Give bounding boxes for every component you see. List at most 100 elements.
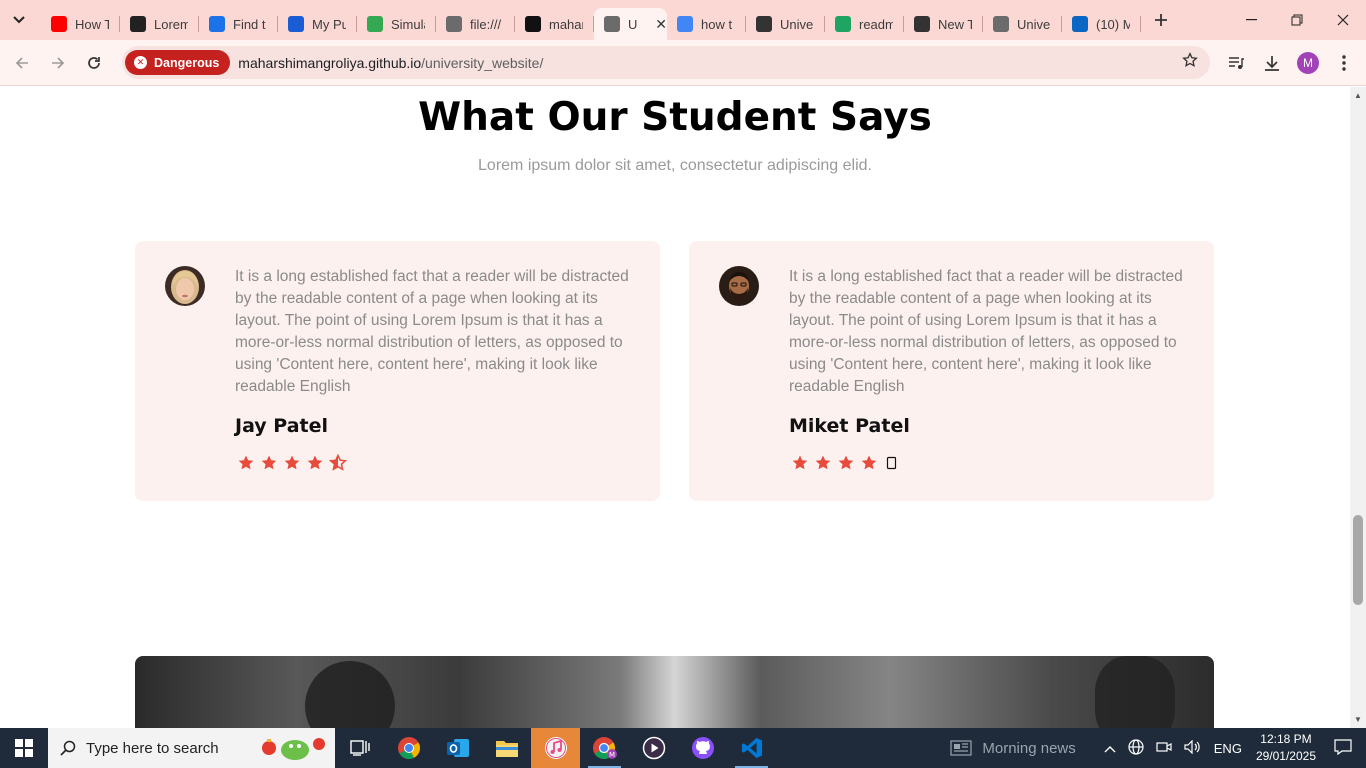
student-name: Jay Patel (235, 415, 329, 437)
news-label: Morning news (982, 739, 1076, 757)
browser-tab[interactable]: How T (41, 8, 120, 40)
browser-tab[interactable]: how t (667, 8, 746, 40)
folder-icon (495, 741, 518, 757)
address-bar[interactable]: ✕ Dangerous maharshimangroliya.github.io… (122, 46, 1210, 79)
browser-tab[interactable]: (10) M (1062, 8, 1141, 40)
browser-tab[interactable]: Univer (983, 8, 1062, 40)
star-filled-icon (258, 453, 280, 473)
flag-icon (209, 16, 225, 32)
tab-search-button[interactable] (5, 6, 33, 34)
system-clock[interactable]: 12:18 PM 29/01/2025 (1256, 731, 1316, 765)
taskbar-search-box[interactable]: Type here to search (48, 728, 335, 768)
tab-title: mahar (549, 16, 583, 32)
svg-text:M: M (608, 751, 614, 759)
star-filled-icon (304, 453, 326, 473)
browser-tab[interactable]: Simula (357, 8, 436, 40)
browser-toolbar: ✕ Dangerous maharshimangroliya.github.io… (0, 40, 1366, 86)
star-filled-icon (812, 453, 834, 473)
browser-tab[interactable]: Lorem (120, 8, 199, 40)
profile-button[interactable]: M (1290, 40, 1326, 86)
bookmark-button[interactable] (1182, 52, 1198, 73)
linkedin-icon (1072, 16, 1088, 32)
close-icon (1337, 14, 1349, 26)
c-logo-icon (288, 16, 304, 32)
tab-title: readm (859, 16, 893, 32)
meet-now-icon[interactable] (1156, 740, 1172, 757)
chrome-icon (397, 737, 420, 759)
page-scrollbar[interactable]: ▲ ▼ (1350, 87, 1366, 728)
close-window-button[interactable] (1320, 0, 1366, 40)
tab-close-icon[interactable]: ✕ (655, 16, 667, 33)
sheet-icon (835, 16, 851, 32)
student-avatar (719, 266, 759, 306)
testimonial-quote: It is a long established fact that a rea… (235, 268, 629, 395)
vscode-icon (741, 737, 762, 759)
network-globe-icon[interactable] (1128, 738, 1144, 758)
task-view-button[interactable] (335, 728, 384, 768)
tab-title: How T (75, 16, 109, 32)
chevron-up-icon[interactable] (1104, 741, 1116, 756)
security-chip[interactable]: ✕ Dangerous (125, 50, 231, 75)
star-rating (789, 453, 904, 473)
clock-date: 29/01/2025 (1255, 749, 1316, 763)
browser-tab[interactable]: New T (904, 8, 983, 40)
profile-avatar: M (1297, 52, 1319, 74)
taskbar-chrome-profile[interactable]: M (580, 728, 629, 768)
start-button[interactable] (0, 728, 48, 768)
forward-button[interactable] (40, 45, 76, 81)
github-icon (525, 16, 541, 32)
restore-button[interactable] (1274, 0, 1320, 40)
scroll-down-arrow-icon[interactable]: ▼ (1350, 715, 1366, 724)
downloads-button[interactable] (1254, 40, 1290, 86)
media-control-button[interactable] (1218, 40, 1254, 86)
testimonial-card: It is a long established fact that a rea… (135, 241, 660, 501)
star-filled-icon (789, 453, 811, 473)
reload-button[interactable] (76, 45, 112, 81)
section-heading: What Our Student Says (418, 95, 932, 140)
browser-tab[interactable]: readm (825, 8, 904, 40)
taskbar-outlook[interactable] (433, 728, 482, 768)
star-filled-icon (235, 453, 257, 473)
scroll-up-arrow-icon[interactable]: ▲ (1350, 91, 1366, 100)
back-button[interactable] (4, 45, 40, 81)
tab-title: Find t (233, 16, 266, 32)
snake-lantern-illustration-icon (259, 732, 329, 768)
url-text[interactable]: maharshimangroliya.github.io/university_… (238, 55, 543, 71)
play-circle-icon (642, 736, 665, 760)
minimize-button[interactable] (1228, 0, 1274, 40)
taskbar-vscode[interactable] (727, 728, 776, 768)
volume-icon[interactable] (1184, 739, 1202, 757)
browser-tab[interactable]: mahar (515, 8, 594, 40)
notification-icon[interactable] (1334, 738, 1352, 758)
browser-tab[interactable]: Univer (746, 8, 825, 40)
taskbar-media-player[interactable] (629, 728, 678, 768)
browser-tab[interactable]: My Pu (278, 8, 357, 40)
language-indicator[interactable]: ENG (1214, 741, 1242, 756)
browser-tab[interactable]: Find t (199, 8, 278, 40)
student-avatar (165, 266, 205, 306)
taskbar-chrome[interactable] (384, 728, 433, 768)
taskbar-itunes[interactable] (531, 728, 580, 768)
globe-icon (604, 16, 620, 32)
tab-title: U (628, 16, 638, 32)
new-tab-button[interactable] (1147, 6, 1175, 34)
kebab-menu-icon (1342, 55, 1346, 71)
browser-tab[interactable]: U ✕ (594, 8, 667, 40)
windows-logo-icon (15, 739, 33, 757)
star-filled-icon (858, 453, 880, 473)
news-widget[interactable]: Morning news (950, 739, 1076, 757)
chrome-profile-icon: M (592, 737, 617, 759)
globe-icon (993, 16, 1009, 32)
tab-list: How T Lorem Find t My Pu Simula file:/// mahar… (41, 0, 1141, 40)
chevron-down-icon (13, 16, 25, 24)
security-label: Dangerous (154, 55, 220, 70)
taskbar-github-desktop[interactable] (678, 728, 727, 768)
star-rating (235, 453, 350, 473)
taskbar-file-explorer[interactable] (482, 728, 531, 768)
browser-tab[interactable]: file:/// (436, 8, 515, 40)
scrollbar-thumb[interactable] (1353, 515, 1363, 605)
browser-menu-button[interactable] (1326, 40, 1362, 86)
news-icon (950, 740, 972, 756)
page-viewport: What Our Student Says Lorem ipsum dolor … (0, 87, 1350, 728)
tab-title: My Pu (312, 16, 346, 32)
